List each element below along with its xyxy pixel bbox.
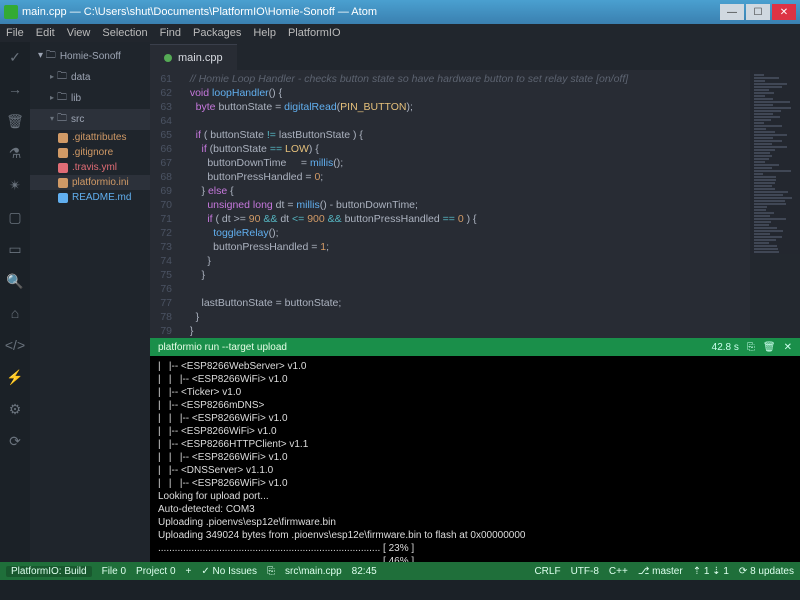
- box-icon[interactable]: ▢: [6, 208, 24, 226]
- gutter: 6162636465666768697071727374757677787980…: [150, 70, 178, 338]
- terminal[interactable]: | |-- <ESP8266WebServer> v1.0| | |-- <ES…: [150, 356, 800, 562]
- menu-packages[interactable]: Packages: [193, 27, 241, 39]
- status-item[interactable]: +: [186, 566, 192, 577]
- terminal-time: 42.8 s: [712, 342, 739, 353]
- folder-icon: ▾ 🗀: [38, 48, 56, 65]
- search-icon[interactable]: 🔍: [6, 272, 24, 290]
- status-item[interactable]: ⎇ master: [638, 566, 683, 577]
- menu-help[interactable]: Help: [253, 27, 276, 39]
- status-item[interactable]: ⟳ 8 updates: [739, 566, 794, 577]
- status-item[interactable]: ✓ No Issues: [201, 566, 257, 577]
- tree-item[interactable]: .gitattributes: [30, 130, 150, 145]
- minimap[interactable]: [750, 70, 800, 338]
- modified-dot-icon: [164, 54, 172, 62]
- gear-icon[interactable]: ⚙: [6, 400, 24, 418]
- tree-item[interactable]: .gitignore: [30, 145, 150, 160]
- status-item[interactable]: 82:45: [352, 566, 377, 577]
- status-item[interactable]: PlatformIO: Build: [6, 566, 92, 577]
- status-item[interactable]: ⇡ 1 ⇣ 1: [693, 566, 729, 577]
- trash-icon[interactable]: 🗑: [6, 112, 24, 130]
- code-area[interactable]: // Homie Loop Handler - checks button st…: [178, 70, 800, 338]
- tree-item-label: .gitignore: [72, 147, 113, 158]
- file-icon: [58, 163, 68, 173]
- tree-item[interactable]: 🗀lib: [30, 88, 150, 109]
- file-icon: [58, 193, 68, 203]
- file-icon: [58, 133, 68, 143]
- tree-item-label: .travis.yml: [72, 162, 117, 173]
- terminal-copy-icon[interactable]: ⎘: [747, 342, 755, 353]
- home-icon[interactable]: ⌂: [6, 304, 24, 322]
- code-icon[interactable]: </>: [6, 336, 24, 354]
- status-item[interactable]: ⎘: [267, 566, 275, 577]
- menu-find[interactable]: Find: [160, 27, 181, 39]
- tree-item-label: data: [71, 72, 90, 83]
- arrow-icon[interactable]: →: [6, 80, 24, 98]
- plug-icon[interactable]: ⚡: [6, 368, 24, 386]
- status-item[interactable]: File 0: [102, 566, 126, 577]
- tab-label: main.cpp: [178, 52, 223, 64]
- editor-pane: main.cpp 6162636465666768697071727374757…: [150, 42, 800, 562]
- beaker-icon[interactable]: ⚗: [6, 144, 24, 162]
- menubar: File Edit View Selection Find Packages Help Pla…: [0, 24, 800, 42]
- tree-item-label: src: [71, 114, 84, 125]
- bug-icon[interactable]: ✴: [6, 176, 24, 194]
- status-item[interactable]: CRLF: [534, 566, 560, 577]
- window-title: main.cpp — C:\Users\shut\Documents\Platf…: [22, 6, 377, 18]
- tree-item[interactable]: platformio.ini: [30, 175, 150, 190]
- tree-item-label: README.md: [72, 192, 131, 203]
- menu-view[interactable]: View: [67, 27, 91, 39]
- status-item[interactable]: C++: [609, 566, 628, 577]
- titlebar: main.cpp — C:\Users\shut\Documents\Platf…: [0, 0, 800, 24]
- terminal-close-icon[interactable]: ✕: [784, 342, 792, 353]
- status-item[interactable]: Project 0: [136, 566, 175, 577]
- status-item[interactable]: src\main.cpp: [285, 566, 342, 577]
- tree-item[interactable]: 🗀data: [30, 67, 150, 88]
- status-bar: PlatformIO: Build File 0 Project 0 + ✓ No Is…: [0, 562, 800, 580]
- terminal-trash-icon[interactable]: 🗑: [763, 342, 776, 353]
- tree-root-label: Homie-Sonoff: [60, 51, 121, 62]
- menu-selection[interactable]: Selection: [102, 27, 147, 39]
- file-icon: [58, 178, 68, 188]
- tree-item-label: platformio.ini: [72, 177, 129, 188]
- menu-edit[interactable]: Edit: [36, 27, 55, 39]
- code-editor[interactable]: 6162636465666768697071727374757677787980…: [150, 70, 800, 338]
- tree-item[interactable]: 🗀src: [30, 109, 150, 130]
- minimize-button[interactable]: —: [720, 4, 744, 20]
- folder-icon[interactable]: ▭: [6, 240, 24, 258]
- tree-item-label: .gitattributes: [72, 132, 126, 143]
- file-tree: ▾ 🗀 Homie-Sonoff 🗀data🗀lib🗀src .gitattrib…: [30, 42, 150, 562]
- app-icon: [4, 5, 18, 19]
- tree-item[interactable]: .travis.yml: [30, 160, 150, 175]
- check-icon[interactable]: ✓: [6, 48, 24, 66]
- menu-platformio[interactable]: PlatformIO: [288, 27, 341, 39]
- terminal-header: platformio run --target upload 42.8 s ⎘ …: [150, 338, 800, 356]
- activity-bar: ✓ → 🗑 ⚗ ✴ ▢ ▭ 🔍 ⌂ </> ⚡ ⚙ ⟳: [0, 42, 30, 562]
- refresh-icon[interactable]: ⟳: [6, 432, 24, 450]
- tab-main-cpp[interactable]: main.cpp: [150, 44, 237, 70]
- tab-bar: main.cpp: [150, 42, 800, 70]
- status-item[interactable]: UTF-8: [571, 566, 599, 577]
- window-controls: — ☐ ✕: [718, 4, 796, 20]
- tree-item[interactable]: README.md: [30, 190, 150, 205]
- close-button[interactable]: ✕: [772, 4, 796, 20]
- maximize-button[interactable]: ☐: [746, 4, 770, 20]
- terminal-command: platformio run --target upload: [158, 342, 287, 353]
- menu-file[interactable]: File: [6, 27, 24, 39]
- tree-item-label: lib: [71, 93, 81, 104]
- tree-root[interactable]: ▾ 🗀 Homie-Sonoff: [30, 46, 150, 67]
- file-icon: [58, 148, 68, 158]
